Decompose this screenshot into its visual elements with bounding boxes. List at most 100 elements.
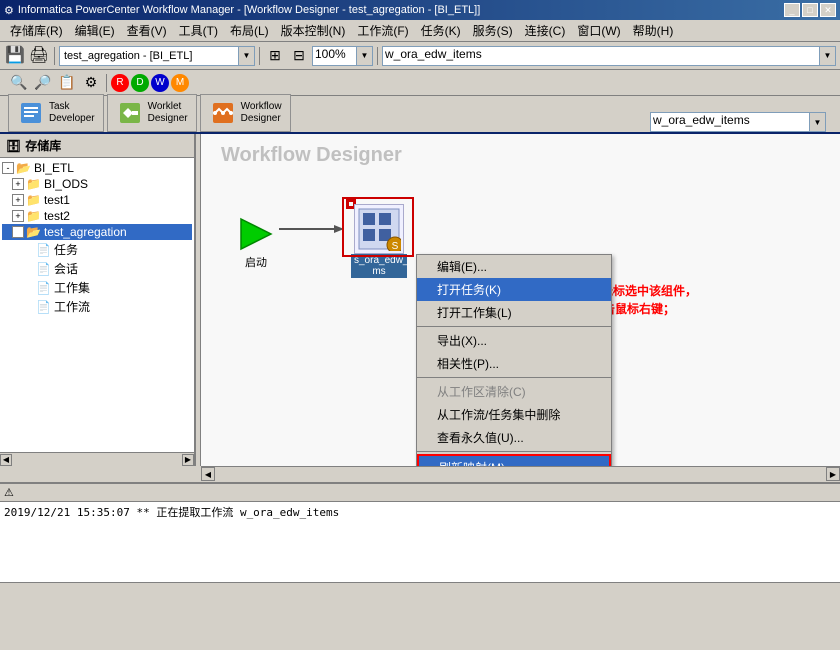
menu-repository[interactable]: 存储库(R) [4, 20, 69, 41]
sidebar-hscroll[interactable]: ◀ ▶ [0, 452, 194, 466]
ctx-open-task[interactable]: 打开任务(K) [417, 278, 611, 301]
toolbar-2: 🔍 🔎 📋 ⚙ R D W M [0, 70, 840, 96]
menu-versioncontrol[interactable]: 版本控制(N) [275, 20, 352, 41]
tb2-btn7[interactable]: W [151, 74, 169, 92]
tab-task-developer[interactable]: Task Developer [8, 94, 104, 132]
workflow-nav-dropdown[interactable]: w_ora_edw_items [650, 112, 810, 132]
workflow-dropdown[interactable]: w_ora_edw_items [382, 46, 820, 66]
hscroll-left[interactable]: ◀ [201, 467, 215, 481]
tb2-btn4[interactable]: ⚙ [80, 72, 102, 94]
tb2-btn1[interactable]: 🔍 [8, 72, 30, 94]
ctx-open-worklet[interactable]: 打开工作集(L) [417, 301, 611, 324]
menu-tools[interactable]: 工具(T) [173, 20, 224, 41]
designer-canvas[interactable]: Workflow Designer 启动 [201, 134, 840, 466]
ctx-refresh-mapping[interactable]: 刷新映射(M) [417, 454, 611, 466]
ctx-edit[interactable]: 编辑(E)... [417, 255, 611, 278]
svg-text:S: S [392, 241, 399, 251]
ctx-relate[interactable]: 相关性(P)... [417, 352, 611, 375]
menu-layout[interactable]: 布局(L) [224, 20, 275, 41]
tree-item-sessions[interactable]: 📄会话 [2, 259, 192, 278]
workflow-dropdown-btn[interactable]: ▼ [820, 46, 836, 66]
ctx-sep2 [417, 377, 611, 378]
sidebar-icon: 🗄 [6, 139, 21, 153]
project-dropdown-btn[interactable]: ▼ [239, 46, 255, 66]
tree-item-biods[interactable]: +📁BI_ODS [2, 176, 192, 192]
tab-workflow-designer[interactable]: Workflow Designer [200, 94, 291, 132]
log-header: ⚠ [0, 484, 840, 502]
designer-hscroll[interactable]: ◀ ▶ [201, 466, 840, 482]
scroll-left-btn[interactable]: ◀ [0, 454, 12, 466]
tree-item-bietl[interactable]: -📂BI_ETL [2, 160, 192, 176]
tb2-btn5[interactable]: R [111, 74, 129, 92]
zoom-dropdown-btn[interactable]: ▼ [357, 46, 373, 66]
tb2-btn3[interactable]: 📋 [56, 72, 78, 94]
task-node-icon: S [354, 204, 404, 254]
log-area: ⚠ 2019/12/21 15:35:07 ** 正在提取工作流 w_ora_e… [0, 482, 840, 582]
ctx-delete[interactable]: 从工作流/任务集中删除 [417, 403, 611, 426]
sep3 [377, 47, 378, 65]
close-button[interactable]: ✕ [820, 3, 836, 17]
zoom-input[interactable]: 100% [312, 46, 357, 66]
tree-item-test2[interactable]: +📁test2 [2, 208, 192, 224]
menu-help[interactable]: 帮助(H) [627, 20, 680, 41]
scroll-right-btn[interactable]: ▶ [182, 454, 194, 466]
project-dropdown[interactable]: test_agregation - [BI_ETL] [59, 46, 239, 66]
tab-workflow-designer-label1: Workflow [241, 101, 282, 113]
tree-label-bietl: BI_ETL [34, 161, 74, 175]
menu-view[interactable]: 查看(V) [121, 20, 173, 41]
tree-label-sessions: 会话 [54, 260, 78, 277]
start-node-label: 启动 [245, 254, 267, 270]
tb2-btn8[interactable]: M [171, 74, 189, 92]
connection-arrow [279, 228, 339, 230]
context-menu: 编辑(E)... 打开任务(K) 打开工作集(L) 导出(X)... 相关性(P… [416, 254, 612, 466]
tree-item-workflows[interactable]: 📄工作流 [2, 297, 192, 316]
expand-bietl[interactable]: - [2, 162, 14, 174]
menu-service[interactable]: 服务(S) [467, 20, 519, 41]
minimize-button[interactable]: _ [784, 3, 800, 17]
sep2 [259, 47, 260, 65]
expand-test2[interactable]: + [12, 210, 24, 222]
tb2-btn2[interactable]: 🔎 [32, 72, 54, 94]
menu-edit[interactable]: 编辑(E) [69, 20, 121, 41]
ctx-view-perm[interactable]: 查看永久值(U)... [417, 426, 611, 449]
sidebar-content[interactable]: -📂BI_ETL +📁BI_ODS +📁test1 +📁test2 -📂test… [0, 158, 194, 452]
grid-btn1[interactable]: ⊞ [264, 45, 286, 67]
print-button[interactable]: 🖨 [28, 45, 50, 67]
tree-item-testagg[interactable]: -📂test_agregation [2, 224, 192, 240]
tree-label-testagg: test_agregation [44, 225, 127, 239]
tab-task-developer-label1: Task [49, 101, 95, 113]
task-node-container[interactable]: S s_ora_edw_ms [346, 199, 356, 209]
tb2-btn6[interactable]: D [131, 74, 149, 92]
grid-btn2[interactable]: ⊟ [288, 45, 310, 67]
expand-biods[interactable]: + [12, 178, 24, 190]
menu-task[interactable]: 任务(K) [415, 20, 467, 41]
tree-label-test2: test2 [44, 209, 70, 223]
sep4 [106, 74, 107, 92]
start-node[interactable]: 启动 [236, 214, 276, 270]
save-button[interactable]: 💾 [4, 45, 26, 67]
hscroll-right[interactable]: ▶ [826, 467, 840, 481]
task-developer-icon [17, 99, 45, 127]
tab-worklet-designer[interactable]: Worklet Designer [107, 94, 197, 132]
menu-connect[interactable]: 连接(C) [519, 20, 572, 41]
window-controls: _ □ ✕ [784, 3, 836, 17]
menu-workflow[interactable]: 工作流(F) [351, 20, 414, 41]
ctx-export[interactable]: 导出(X)... [417, 329, 611, 352]
tree-item-test1[interactable]: +📁test1 [2, 192, 192, 208]
tab-worklet-designer-label2: Designer [148, 113, 188, 125]
expand-test1[interactable]: + [12, 194, 24, 206]
workflow-nav-dropdown-btn[interactable]: ▼ [810, 112, 826, 132]
log-content: 2019/12/21 15:35:07 ** 正在提取工作流 w_ora_edw… [0, 502, 840, 582]
tree-item-tasks[interactable]: 📄任务 [2, 240, 192, 259]
tree-label-workflows: 工作流 [54, 298, 90, 315]
tree-item-worklets[interactable]: 📄工作集 [2, 278, 192, 297]
menu-window[interactable]: 窗口(W) [571, 20, 626, 41]
maximize-button[interactable]: □ [802, 3, 818, 17]
task-node[interactable]: S s_ora_edw_ms [351, 204, 407, 278]
title-bar-text: Informatica PowerCenter Workflow Manager… [18, 4, 784, 16]
title-bar: ⚙ Informatica PowerCenter Workflow Manag… [0, 0, 840, 20]
sidebar-header: 🗄 存储库 [0, 134, 194, 158]
main-content: 🗄 存储库 -📂BI_ETL +📁BI_ODS +📁test1 +📁test2 … [0, 134, 840, 466]
task-node-label: s_ora_edw_ms [351, 254, 407, 278]
expand-testagg[interactable]: - [12, 226, 24, 238]
